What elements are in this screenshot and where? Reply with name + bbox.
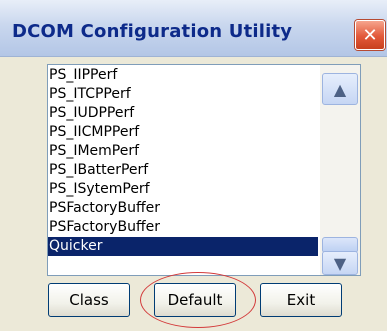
list-item[interactable]: PS_ISytemPerf	[48, 180, 318, 199]
window-title: DCOM Configuration Utility	[12, 21, 293, 42]
list-item[interactable]: PS_ITCPPerf	[48, 85, 318, 104]
list-item[interactable]: PS_IBatterPerf	[48, 161, 318, 180]
close-icon: ✕	[362, 24, 378, 46]
close-button[interactable]: ✕	[355, 20, 385, 50]
scroll-up-button[interactable]: ▲	[322, 73, 358, 105]
default-button[interactable]: Default	[154, 283, 236, 317]
scroll-down-button[interactable]: ▼	[322, 251, 358, 275]
chevron-down-icon: ▼	[333, 253, 347, 273]
vertical-scrollbar[interactable]: ▲ ▼	[320, 65, 360, 275]
interface-listbox[interactable]: PS_IIPPerf PS_ITCPPerf PS_IUDPPerf PS_II…	[47, 64, 361, 276]
list-item[interactable]: PS_IUDPPerf	[48, 104, 318, 123]
list-item[interactable]: PS_IIPPerf	[48, 66, 318, 85]
chevron-up-icon: ▲	[333, 79, 347, 99]
list-item[interactable]: PSFactoryBuffer	[48, 199, 318, 218]
title-bar: DCOM Configuration Utility ✕	[0, 0, 387, 57]
list-item[interactable]: PS_IICMPPerf	[48, 123, 318, 142]
list-item[interactable]: PS_IMemPerf	[48, 142, 318, 161]
list-items: PS_IIPPerf PS_ITCPPerf PS_IUDPPerf PS_II…	[48, 66, 318, 256]
class-button[interactable]: Class	[48, 283, 130, 317]
list-item-selected[interactable]: Quicker	[48, 237, 318, 256]
exit-button[interactable]: Exit	[260, 283, 342, 317]
list-item[interactable]: PSFactoryBuffer	[48, 218, 318, 237]
